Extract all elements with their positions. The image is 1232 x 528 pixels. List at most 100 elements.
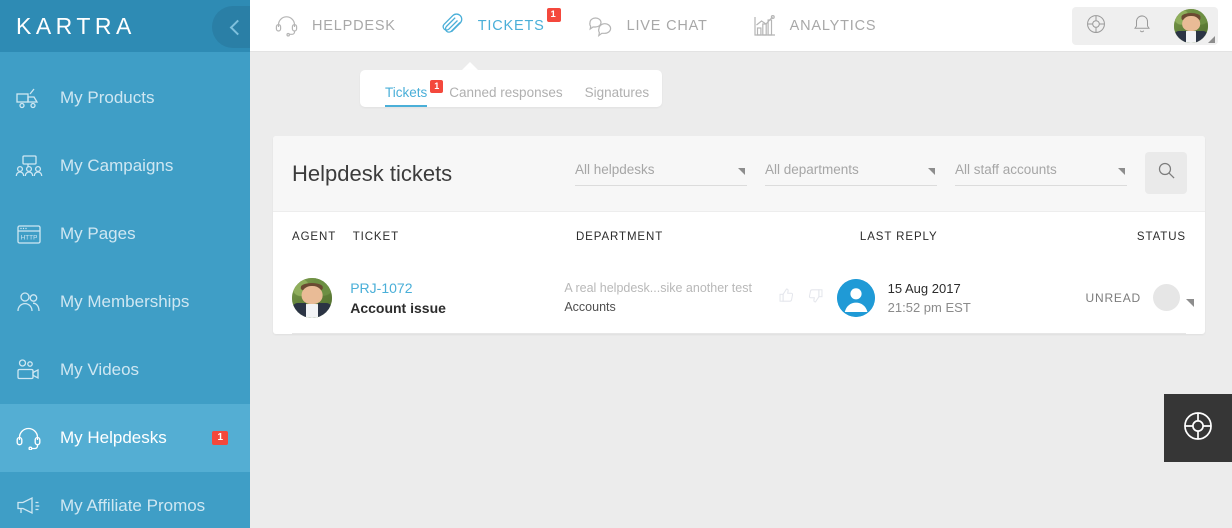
table-header-row: AGENT TICKET DEPARTMENT LAST REPLY STATU… <box>292 212 1186 262</box>
members-icon <box>12 287 46 317</box>
staff-filter-value: All staff accounts <box>955 161 1057 177</box>
tab-helpdesk[interactable]: HELPDESK <box>272 0 396 51</box>
tab-tickets[interactable]: TICKETS 1 <box>438 0 561 51</box>
campaign-icon <box>12 151 46 181</box>
thumbs-up-icon[interactable] <box>778 287 795 309</box>
sidebar-item-label: My Pages <box>60 224 136 243</box>
sidebar-item-my-pages[interactable]: HTTP My Pages <box>0 200 250 268</box>
search-icon <box>1157 161 1176 185</box>
user-avatar <box>1174 9 1208 43</box>
department-filter[interactable]: All departments <box>765 162 937 186</box>
sidebar-item-label: My Videos <box>60 360 140 379</box>
http-page-icon: HTTP <box>12 219 46 249</box>
agent-avatar <box>292 277 332 318</box>
chevron-down-icon <box>1186 299 1194 307</box>
svg-text:HTTP: HTTP <box>21 234 38 241</box>
last-reply-date: 15 Aug 2017 <box>887 280 961 296</box>
sidebar-collapse-button[interactable] <box>212 6 250 48</box>
column-header-last-reply: LAST REPLY <box>859 231 938 243</box>
lifebuoy-icon <box>1181 409 1215 448</box>
department-helpdesk-name: A real helpdesk...sike another test <box>564 281 752 295</box>
search-button[interactable] <box>1145 151 1187 194</box>
chevron-down-icon <box>1208 36 1215 43</box>
headset-icon <box>272 13 302 39</box>
subtab-tickets[interactable]: Tickets 1 <box>374 80 444 107</box>
help-floating-button[interactable] <box>1164 394 1232 462</box>
topbar-actions <box>1072 7 1218 45</box>
thumbs-down-icon[interactable] <box>807 287 824 309</box>
chevron-down-icon <box>738 167 745 175</box>
column-header-agent: AGENT <box>292 231 337 243</box>
app-root: KARTRA My Products My Campaigns HTTP My … <box>0 0 1232 528</box>
filters: All helpdesks All departments All staff … <box>575 151 1187 196</box>
column-header-ticket: TICKET <box>352 231 399 243</box>
tickets-table: AGENT TICKET DEPARTMENT LAST REPLY STATU… <box>273 212 1205 334</box>
tab-live-chat[interactable]: LIVE CHAT <box>587 0 708 51</box>
bell-icon <box>1131 13 1153 40</box>
column-header-department: DEPARTMENT <box>575 231 664 243</box>
tab-label: ANALYTICS <box>789 17 877 34</box>
support-button[interactable] <box>1082 12 1110 40</box>
tickets-icon <box>438 12 468 39</box>
lifebuoy-icon <box>1085 13 1107 40</box>
cell-ticket: PRJ-1072 Account issue <box>350 280 564 316</box>
notifications-button[interactable] <box>1128 12 1156 40</box>
helpdesk-filter[interactable]: All helpdesks <box>575 162 747 186</box>
sidebar-badge: 1 <box>212 431 228 445</box>
sidebar: KARTRA My Products My Campaigns HTTP My … <box>0 0 250 528</box>
helpdesk-filter-value: All helpdesks <box>575 161 655 177</box>
status-badge: UNREAD <box>1085 290 1141 305</box>
top-nav: HELPDESK TICKETS 1 LIVE CHAT ANALYTICS <box>250 0 918 51</box>
bar-chart-icon <box>750 13 780 39</box>
cell-agent <box>292 277 350 318</box>
main-content: Tickets 1 Canned responses Signatures He… <box>250 52 1232 528</box>
customer-avatar <box>836 278 875 317</box>
sidebar-item-label: My Products <box>60 88 155 107</box>
tab-analytics[interactable]: ANALYTICS <box>750 0 877 51</box>
tab-label: LIVE CHAT <box>626 17 708 34</box>
headset-icon <box>12 423 46 453</box>
tickets-card: Helpdesk tickets All helpdesks All depar… <box>273 136 1205 334</box>
subtab-label: Canned responses <box>449 85 563 100</box>
sidebar-item-label: My Helpdesks <box>60 428 167 447</box>
chevron-left-icon <box>229 19 246 35</box>
ticket-subject: Account issue <box>350 299 446 316</box>
tab-label: TICKETS <box>477 17 545 34</box>
top-bar: HELPDESK TICKETS 1 LIVE CHAT ANALYTICS <box>250 0 1232 52</box>
status-toggle[interactable] <box>1153 284 1180 311</box>
table-row[interactable]: PRJ-1072 Account issue A real helpdesk..… <box>292 262 1194 334</box>
sidebar-item-label: My Affiliate Promos <box>60 496 206 515</box>
page-title: Helpdesk tickets <box>292 160 453 186</box>
sidebar-item-my-campaigns[interactable]: My Campaigns <box>0 132 250 200</box>
chevron-down-icon <box>1118 167 1125 175</box>
chat-bubbles-icon <box>587 13 617 39</box>
subtabs: Tickets 1 Canned responses Signatures <box>360 70 662 107</box>
card-header: Helpdesk tickets All helpdesks All depar… <box>273 136 1205 212</box>
staff-filter[interactable]: All staff accounts <box>955 162 1127 186</box>
subtabs-container: Tickets 1 Canned responses Signatures <box>360 62 662 107</box>
tab-badge: 1 <box>546 8 561 22</box>
sidebar-item-my-helpdesks[interactable]: My Helpdesks 1 <box>0 404 250 472</box>
sidebar-nav: My Products My Campaigns HTTP My Pages M… <box>0 52 250 528</box>
subtab-label: Tickets <box>385 85 428 100</box>
sidebar-item-label: My Memberships <box>60 292 190 311</box>
cell-department: A real helpdesk...sike another test Acco… <box>564 281 836 314</box>
subtab-label: Signatures <box>584 85 650 100</box>
subtab-signatures[interactable]: Signatures <box>574 85 661 107</box>
column-header-status: STATUS <box>1136 231 1186 243</box>
rating-controls <box>778 287 824 309</box>
department-filter-value: All departments <box>765 161 859 177</box>
sidebar-item-my-products[interactable]: My Products <box>0 64 250 132</box>
sidebar-item-my-affiliate-promos[interactable]: My Affiliate Promos <box>0 472 250 528</box>
ticket-id-link[interactable]: PRJ-1072 <box>350 280 564 296</box>
avatar[interactable] <box>1174 9 1215 43</box>
last-reply-time: 21:52 pm EST <box>887 299 971 315</box>
sidebar-item-my-videos[interactable]: My Videos <box>0 336 250 404</box>
chevron-down-icon <box>928 167 935 175</box>
department-name: Accounts <box>564 300 616 314</box>
subtab-canned-responses[interactable]: Canned responses <box>438 85 573 107</box>
tab-label: HELPDESK <box>312 17 396 34</box>
sidebar-item-my-memberships[interactable]: My Memberships <box>0 268 250 336</box>
cell-status: UNREAD <box>1085 284 1194 311</box>
sidebar-item-label: My Campaigns <box>60 156 174 175</box>
